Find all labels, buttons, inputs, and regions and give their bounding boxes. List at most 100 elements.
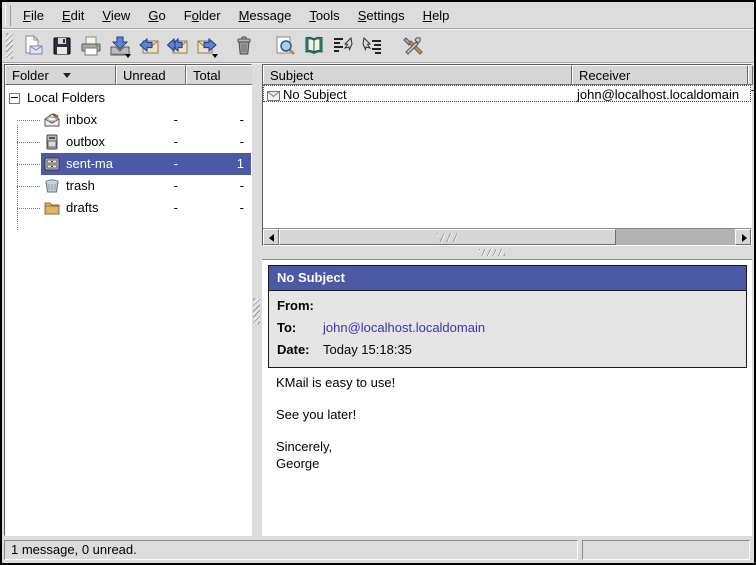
menu-tools[interactable]: Tools — [300, 6, 348, 25]
unread-count: - — [114, 178, 178, 193]
menu-bar: File Edit View Go Folder Message Tools S… — [4, 3, 754, 28]
drafts-folder-icon — [43, 199, 61, 217]
column-header-folder[interactable]: Folder — [5, 65, 116, 85]
dropdown-arrow-icon — [212, 54, 218, 58]
folder-row-outbox[interactable]: outbox - - — [5, 131, 251, 153]
reply-all-button[interactable] — [164, 32, 191, 60]
unread-count: - — [114, 200, 178, 215]
reply-icon — [138, 35, 160, 57]
arrow-left-icon — [269, 234, 274, 242]
message-list-pane: Subject Receiver Date No Subject john@lo… — [262, 64, 752, 246]
trash-folder-icon — [43, 177, 61, 195]
message-row[interactable]: No Subject john@localhost.localdomain To… — [263, 85, 751, 102]
next-unread-button[interactable] — [358, 32, 385, 60]
toolbar-handle[interactable] — [6, 33, 13, 59]
body-line: See you later! — [276, 406, 742, 423]
folder-label: drafts — [66, 200, 99, 215]
column-header-receiver[interactable]: Receiver — [572, 65, 748, 85]
trash-icon — [233, 35, 255, 57]
tree-line — [17, 208, 40, 209]
arrow-right-icon — [742, 234, 747, 242]
folder-label: trash — [66, 178, 95, 193]
folder-label: Local Folders — [27, 90, 105, 105]
kmail-window: File Edit View Go Folder Message Tools S… — [0, 0, 756, 565]
horizontal-scrollbar[interactable] — [263, 228, 751, 245]
print-icon — [80, 35, 102, 57]
message-body: KMail is easy to use! See you later! Sin… — [276, 362, 742, 472]
vertical-splitter[interactable] — [252, 64, 262, 536]
status-message: 1 message, 0 unread. — [4, 540, 578, 560]
sort-descending-icon — [63, 73, 71, 78]
menu-go[interactable]: Go — [139, 6, 174, 25]
folder-row-inbox[interactable]: inbox - - — [5, 109, 251, 131]
address-book-button[interactable] — [300, 32, 327, 60]
column-header-subject[interactable]: Subject — [263, 65, 572, 85]
folder-row-drafts[interactable]: drafts - - — [5, 197, 251, 219]
folder-label: inbox — [66, 112, 97, 127]
header-to-row: To: john@localhost.localdomain — [277, 317, 746, 339]
address-book-icon — [303, 35, 325, 57]
date-value: Today 15:18:35 — [323, 339, 746, 361]
save-button[interactable] — [48, 32, 75, 60]
menu-folder[interactable]: Folder — [175, 6, 230, 25]
collapse-expander-icon[interactable] — [9, 93, 20, 104]
header-from-row: From: — [277, 295, 746, 317]
menu-message[interactable]: Message — [230, 6, 301, 25]
scroll-left-button[interactable] — [263, 229, 279, 245]
folder-row-local-folders[interactable]: Local Folders — [5, 87, 251, 109]
menu-view[interactable]: View — [93, 6, 139, 25]
to-label: To: — [277, 317, 323, 339]
main-toolbar — [4, 30, 754, 62]
body-line: KMail is easy to use! — [276, 374, 742, 391]
reply-button[interactable] — [135, 32, 162, 60]
unread-count: - — [114, 112, 178, 127]
save-icon — [51, 35, 73, 57]
scrollbar-thumb[interactable] — [279, 229, 616, 245]
forward-button[interactable] — [193, 32, 220, 60]
previous-unread-button[interactable] — [329, 32, 356, 60]
menu-file[interactable]: File — [14, 6, 53, 25]
folder-row-trash[interactable]: trash - - — [5, 175, 251, 197]
column-header-date[interactable]: Date — [748, 65, 753, 85]
tree-line — [17, 186, 40, 187]
search-button[interactable] — [271, 32, 298, 60]
to-address-link[interactable]: john@localhost.localdomain — [323, 317, 746, 339]
folder-list-pane: Folder Unread Total Local Folders inbox … — [4, 64, 252, 536]
column-header-total[interactable]: Total — [186, 65, 253, 85]
inbox-icon — [43, 111, 61, 129]
header-date-row: Date: Today 15:18:35 — [277, 339, 746, 361]
menubar-handle[interactable] — [5, 5, 11, 26]
body-line: George — [276, 455, 742, 472]
message-preview-pane: No Subject From: To: john@localhost.loca… — [262, 259, 752, 536]
message-subject: No Subject — [283, 87, 347, 102]
menu-edit[interactable]: Edit — [53, 6, 93, 25]
folder-row-sent-mail[interactable]: sent-ma - 1 — [5, 153, 251, 175]
new-message-button[interactable] — [19, 32, 46, 60]
configure-button[interactable] — [399, 32, 426, 60]
total-count: 1 — [180, 156, 244, 171]
date-label: Date: — [277, 339, 323, 361]
message-envelope-icon — [267, 89, 280, 104]
menu-settings[interactable]: Settings — [349, 6, 414, 25]
tree-line — [17, 142, 40, 143]
check-mail-button[interactable] — [106, 32, 133, 60]
column-header-unread[interactable]: Unread — [116, 65, 186, 85]
configure-icon — [402, 35, 424, 57]
total-count: - — [180, 178, 244, 193]
next-unread-icon — [361, 35, 383, 57]
menu-help[interactable]: Help — [414, 6, 459, 25]
trash-button[interactable] — [230, 32, 257, 60]
message-receiver: john@localhost.localdomain — [573, 87, 739, 102]
status-bar: 1 message, 0 unread. — [2, 537, 754, 563]
folder-label: sent-ma — [66, 156, 113, 171]
body-line: Sincerely, — [276, 438, 742, 455]
scroll-right-button[interactable] — [735, 229, 751, 245]
previous-unread-icon — [332, 35, 354, 57]
reply-all-icon — [167, 35, 189, 57]
unread-count: - — [114, 134, 178, 149]
from-value — [323, 295, 746, 317]
search-icon — [274, 35, 296, 57]
horizontal-splitter[interactable] — [262, 246, 752, 259]
print-button[interactable] — [77, 32, 104, 60]
splitter-grip-icon — [479, 249, 505, 256]
